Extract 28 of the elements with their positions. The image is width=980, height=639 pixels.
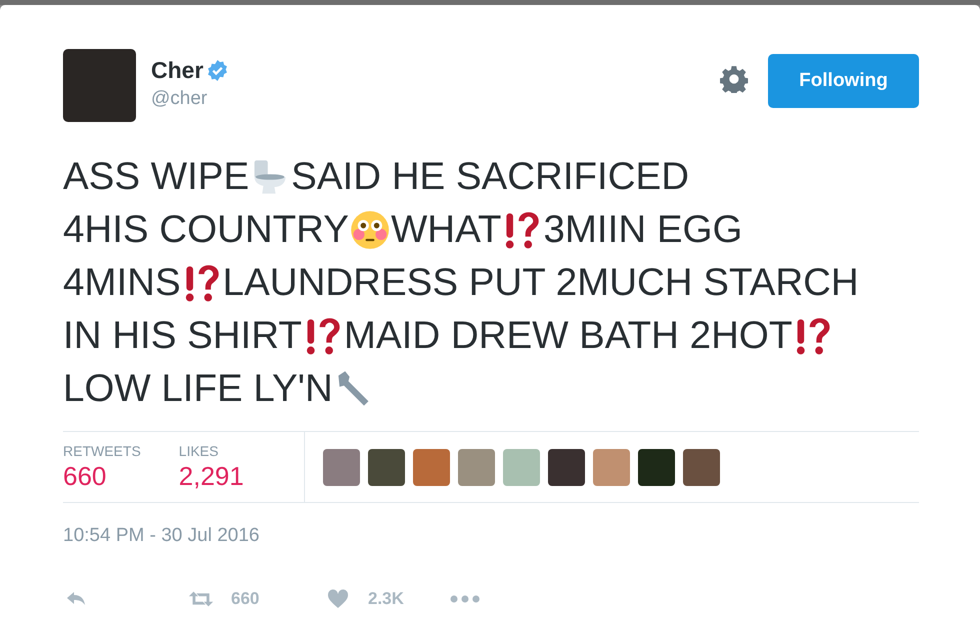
tweet-text: 4MINS [63,260,181,306]
tweet-text: ASS WIPE [63,154,250,200]
tweet-text: SAID HE SACRIFICED [291,154,690,200]
tweet-text: MAID DREW BATH 2HOT [344,313,792,359]
tweet-text: 3MIIN EGG [543,207,742,253]
liker-avatar-placeholder[interactable] [548,448,585,486]
tweet-text: IN HIS SHIRT [63,313,302,359]
more-icon[interactable] [450,594,480,604]
settings-icon[interactable] [720,65,748,93]
user-handle[interactable]: @cher [151,88,720,110]
following-button[interactable]: Following [768,54,919,108]
liker-avatar-placeholder[interactable] [638,448,675,486]
tweet-text: WHAT [390,207,502,253]
liker-avatar-placeholder[interactable] [682,448,720,486]
tweet-timestamp[interactable]: 10:54 PM - 30 Jul 2016 [63,525,919,547]
stat-count[interactable]: 2,291 [178,460,244,492]
stat-label: LIKES [178,442,220,458]
liker-avatar-placeholder[interactable] [368,448,405,486]
action-count: 660 [231,589,260,609]
user-name[interactable]: Cher [151,57,204,84]
tweet-text: LOW LIFE LY'N [63,366,333,412]
heart-icon[interactable] [325,587,351,611]
tweet-text: 4HIS COUNTRY [63,207,349,253]
tweet-text: LAUNDRESS PUT 2MUCH STARCH [222,260,859,306]
stat-count[interactable]: 660 [63,460,141,492]
stat-label: RETWEETS [63,442,141,458]
flushed-face-icon [350,210,390,250]
action-count: 2.3K [368,589,404,609]
